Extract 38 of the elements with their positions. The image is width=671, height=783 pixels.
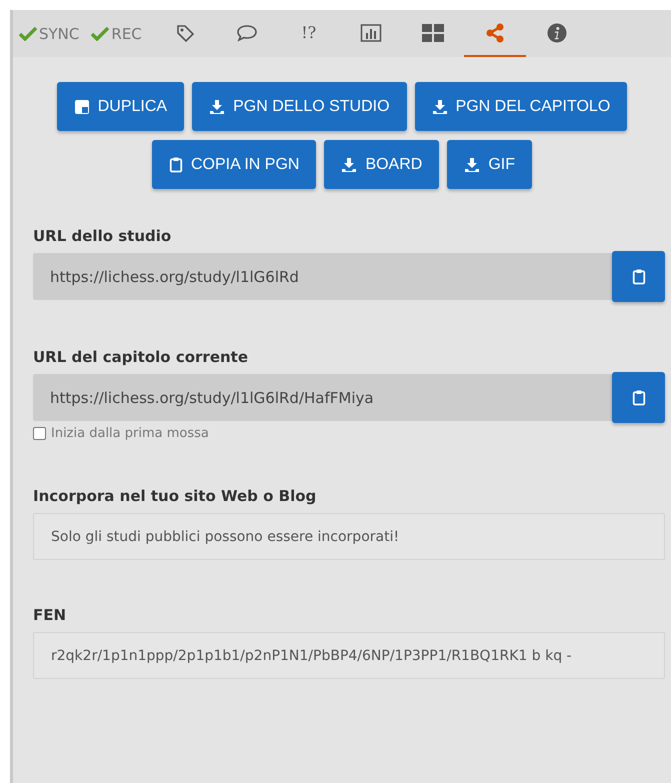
text-field[interactable]: https://lichess.org/study/l1lG6lRd/HafFMiya [33, 374, 612, 421]
share-icon [484, 22, 505, 42]
download-icon [432, 98, 448, 114]
action-button[interactable]: PGN DEL CAPITOLO [414, 82, 628, 131]
info-icon [546, 22, 567, 42]
download-icon [209, 98, 226, 114]
field-label: URL dello studio [33, 227, 172, 245]
toggle-button[interactable]: SYNC [19, 24, 80, 42]
field-label: URL del capitolo corrente [33, 348, 250, 366]
field-label: FEN [33, 606, 68, 624]
tab[interactable]: !? [278, 10, 340, 57]
clipboard-icon [168, 156, 183, 173]
action-button[interactable]: PGN DELLO STUDIO [192, 82, 407, 131]
grid-icon [422, 24, 444, 42]
toggle-button[interactable]: REC [91, 24, 142, 42]
speech-bubble-icon [234, 22, 259, 42]
action-button[interactable]: BOARD [324, 140, 440, 189]
download-icon [464, 156, 480, 172]
download-icon [341, 156, 358, 172]
field-label: Incorpora nel tuo sito Web o Blog [33, 487, 318, 505]
check-icon [19, 26, 37, 40]
checkbox-label: Inizia dalla prima mossa [51, 426, 209, 441]
annotation-symbol: !? [301, 23, 316, 42]
check-icon [91, 26, 110, 40]
bar-chart-icon [360, 22, 382, 42]
duplicate-icon [74, 98, 90, 114]
action-button[interactable]: COPIA IN PGN [152, 140, 316, 189]
copy-button[interactable] [612, 372, 665, 423]
text-field[interactable]: r2qk2r/1p1n1ppp/2p1p1b1/p2nP1N1/PbBP4/6NP/1P3PP1/R1BQ1RK1 b kq - [33, 632, 665, 679]
clipboard-icon [632, 389, 646, 406]
copy-button[interactable] [612, 251, 665, 302]
action-button[interactable]: GIF [447, 140, 532, 189]
action-button[interactable]: DUPLICA [56, 82, 184, 131]
text-field[interactable]: Solo gli studi pubblici possono essere incorporati! [33, 513, 665, 560]
clipboard-icon [632, 268, 646, 285]
tag-icon [174, 22, 195, 42]
checkbox[interactable] [33, 427, 46, 440]
text-field[interactable]: https://lichess.org/study/l1lG6lRd [33, 253, 612, 300]
